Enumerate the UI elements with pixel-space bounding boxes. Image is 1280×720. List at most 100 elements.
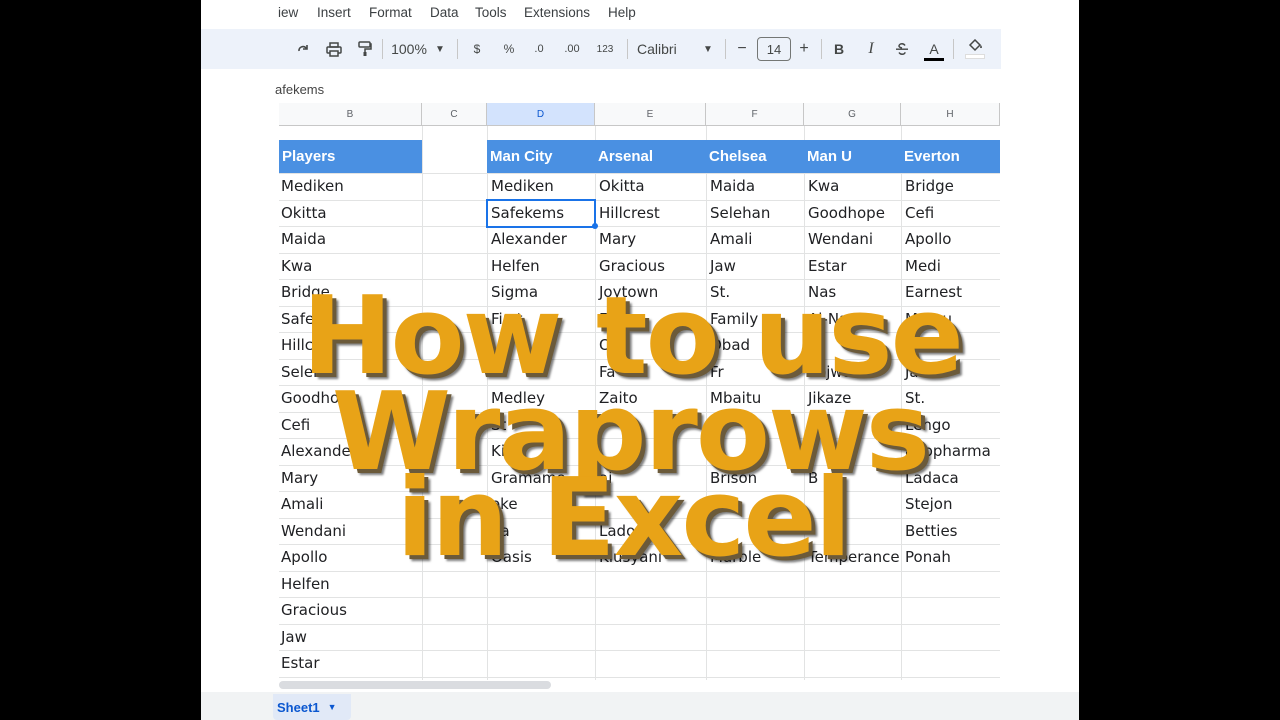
team-cell[interactable]: Kia [489, 438, 595, 464]
team-cell[interactable]: Jaw [708, 253, 804, 279]
column-header-h[interactable]: H [901, 103, 1000, 126]
header-players[interactable]: Players [279, 140, 422, 173]
header-everton[interactable]: Everton [901, 140, 1000, 173]
team-cell[interactable] [597, 438, 706, 464]
players-cell[interactable]: Seleha [279, 359, 422, 385]
bold-button[interactable]: B [829, 29, 849, 69]
team-cell[interactable] [806, 491, 901, 517]
font-size-increase-button[interactable]: + [795, 29, 813, 69]
players-cell[interactable]: Cefi [279, 412, 422, 438]
zoom-select[interactable]: 100% [387, 29, 431, 69]
team-cell[interactable] [806, 412, 901, 438]
team-cell[interactable]: Estar [806, 253, 901, 279]
team-cell[interactable]: Sigma [489, 279, 595, 305]
team-cell[interactable]: Okitta [597, 173, 706, 199]
players-cell[interactable]: Gracious [279, 597, 422, 623]
team-cell[interactable]: Betties [903, 518, 1000, 544]
chevron-down-icon[interactable]: ▼ [433, 29, 447, 69]
players-cell[interactable]: Goodhope [279, 385, 422, 411]
formula-bar[interactable]: afekems [201, 78, 1001, 100]
team-cell[interactable]: Gramame [489, 465, 595, 491]
chevron-down-icon[interactable]: ▼ [701, 29, 715, 69]
menu-insert[interactable]: Insert [317, 5, 351, 20]
players-cell[interactable]: Safeke [279, 306, 422, 332]
strikethrough-icon[interactable] [891, 29, 913, 69]
column-header-b[interactable]: B [279, 103, 422, 126]
team-cell[interactable]: Earnest [903, 279, 1000, 305]
players-cell[interactable]: Apollo [279, 544, 422, 570]
players-cell[interactable]: Estar [279, 650, 422, 676]
team-cell[interactable]: Goodhope [806, 200, 901, 226]
team-cell[interactable]: Zaito [597, 385, 706, 411]
header-man-city[interactable]: Man City [487, 140, 595, 173]
team-cell[interactable] [708, 518, 804, 544]
team-cell[interactable]: Lado [597, 518, 706, 544]
team-cell[interactable]: Alexander [489, 226, 595, 252]
header-arsenal[interactable]: Arsenal [595, 140, 706, 173]
players-cell[interactable]: Alexander [279, 438, 422, 464]
team-cell[interactable] [597, 491, 706, 517]
fill-color-icon[interactable] [963, 29, 987, 69]
team-cell[interactable] [806, 332, 901, 358]
players-cell[interactable]: Maida [279, 226, 422, 252]
spreadsheet-grid[interactable]: B C D E F G H Players Man City Arsenal C… [279, 103, 1000, 680]
team-cell[interactable]: Medley [489, 385, 595, 411]
menu-help[interactable]: Help [608, 5, 636, 20]
currency-button[interactable]: $ [467, 29, 487, 69]
redo-icon[interactable] [291, 29, 315, 69]
team-cell[interactable]: Gracious [597, 253, 706, 279]
team-cell[interactable]: St. [708, 279, 804, 305]
team-cell[interactable]: Joytown [597, 279, 706, 305]
team-cell[interactable]: Family [708, 306, 804, 332]
team-cell[interactable] [806, 518, 901, 544]
print-icon[interactable] [321, 29, 347, 69]
column-header-c[interactable]: C [422, 103, 487, 126]
chevron-down-icon[interactable]: ▼ [328, 702, 337, 712]
players-cell[interactable]: Jaw [279, 624, 422, 650]
increase-decimal-button[interactable]: .00 [559, 29, 585, 69]
team-cell[interactable]: Kwa [806, 173, 901, 199]
players-cell[interactable]: Kwa [279, 253, 422, 279]
team-cell[interactable]: oke [489, 491, 595, 517]
team-cell[interactable]: Helfen [489, 253, 595, 279]
decrease-decimal-button[interactable]: .0 [527, 29, 551, 69]
column-header-d[interactable]: D [487, 103, 595, 126]
team-cell[interactable]: Ponah [903, 544, 1000, 570]
team-cell[interactable]: Matuu [903, 306, 1000, 332]
team-cell[interactable]: Maida [708, 173, 804, 199]
team-cell[interactable]: adopharma [903, 438, 1000, 464]
team-cell[interactable]: Kojwa [806, 359, 901, 385]
team-cell[interactable]: Fr [708, 359, 804, 385]
number-format-button[interactable]: 123 [593, 29, 617, 69]
column-header-e[interactable]: E [595, 103, 706, 126]
team-cell[interactable]: Marble [708, 544, 804, 570]
column-header-g[interactable]: G [804, 103, 901, 126]
fill-handle[interactable] [592, 223, 598, 229]
team-cell[interactable]: da [489, 518, 595, 544]
team-cell[interactable]: ai [597, 465, 706, 491]
team-cell[interactable]: Klusyani [597, 544, 706, 570]
team-cell[interactable] [489, 359, 595, 385]
team-cell[interactable]: Fa [597, 306, 706, 332]
team-cell[interactable]: St. [903, 385, 1000, 411]
team-cell[interactable]: Ladaca [903, 465, 1000, 491]
team-cell[interactable]: Fa [597, 359, 706, 385]
team-cell[interactable]: Brison [708, 465, 804, 491]
players-cell[interactable]: Mediken [279, 173, 422, 199]
players-cell[interactable]: Helfen [279, 571, 422, 597]
menu-data[interactable]: Data [430, 5, 459, 20]
font-select[interactable]: Calibri [637, 29, 687, 69]
team-cell[interactable]: Mediken [489, 173, 595, 199]
team-cell[interactable]: Amali [708, 226, 804, 252]
team-cell[interactable]: Mary [597, 226, 706, 252]
team-cell[interactable]: Stejon [903, 491, 1000, 517]
team-cell[interactable] [806, 438, 901, 464]
team-cell[interactable]: St [489, 412, 595, 438]
players-cell[interactable]: Hillcre [279, 332, 422, 358]
team-cell[interactable]: Jikaze [806, 385, 901, 411]
players-cell[interactable]: Bridge [279, 279, 422, 305]
team-cell[interactable]: Apollo [903, 226, 1000, 252]
team-cell[interactable]: Nas [806, 279, 901, 305]
team-cell[interactable]: Obad [708, 332, 804, 358]
team-cell[interactable]: First [489, 306, 595, 332]
